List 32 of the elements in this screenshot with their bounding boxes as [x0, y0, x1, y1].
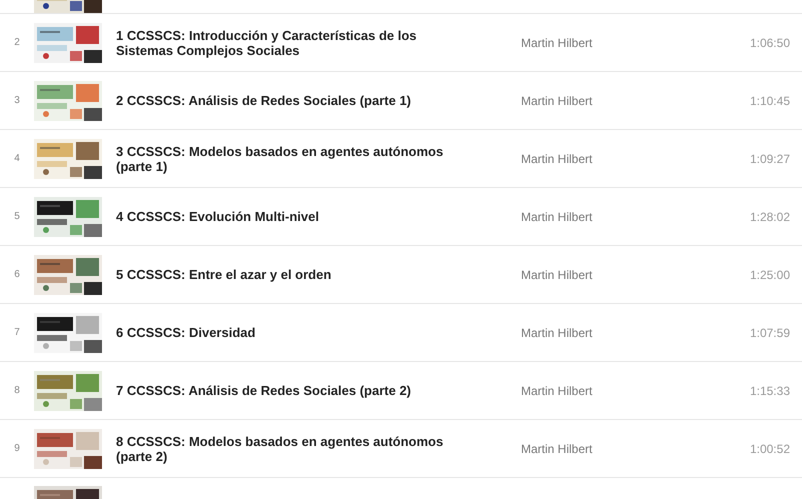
- video-duration: 1:07:59: [750, 324, 790, 342]
- playlist-index: 2: [13, 36, 21, 50]
- channel-name: Martin Hilbert: [521, 266, 592, 284]
- channel-name: Martin Hilbert: [521, 324, 592, 342]
- video-title[interactable]: 3 CCSSCS: Modelos basados en agentes autónomos (parte 1): [116, 144, 476, 174]
- video-title[interactable]: 5 CCSSCS: Entre el azar y el orden: [116, 267, 476, 282]
- video-title[interactable]: 1 CCSSCS: Introducción y Características de los Sistemas Complejos Sociales: [116, 28, 476, 58]
- channel-name: Martin Hilbert: [521, 208, 592, 226]
- playlist-index: 5: [13, 210, 21, 224]
- video-duration: 1:25:00: [750, 266, 790, 284]
- video-title[interactable]: 8 CCSSCS: Modelos basados en agentes autónomos (parte 2): [116, 434, 476, 464]
- video-title[interactable]: 6 CCSSCS: Diversidad: [116, 325, 476, 340]
- video-duration: 1:09:27: [750, 150, 790, 168]
- playlist-index: 8: [13, 384, 21, 398]
- video-duration: 1:06:50: [750, 34, 790, 52]
- video-duration: 1:15:33: [750, 382, 790, 400]
- video-duration: 1:00:52: [750, 440, 790, 458]
- playlist-index: 4: [13, 152, 21, 166]
- video-duration: 1:10:45: [750, 92, 790, 110]
- playlist-index: 7: [13, 326, 21, 340]
- channel-name: Martin Hilbert: [521, 382, 592, 400]
- video-title[interactable]: 2 CCSSCS: Análisis de Redes Sociales (parte 1): [116, 93, 476, 108]
- video-title[interactable]: 7 CCSSCS: Análisis de Redes Sociales (parte 2): [116, 383, 476, 398]
- video-duration: 1:28:02: [750, 208, 790, 226]
- channel-name: Martin Hilbert: [521, 92, 592, 110]
- channel-name: Martin Hilbert: [521, 440, 592, 458]
- playlist-index: 3: [13, 94, 21, 108]
- playlist-index: 6: [13, 268, 21, 282]
- channel-name: Martin Hilbert: [521, 34, 592, 52]
- video-title[interactable]: 4 CCSSCS: Evolución Multi-nivel: [116, 209, 476, 224]
- playlist-index: 9: [13, 442, 21, 456]
- channel-name: Martin Hilbert: [521, 150, 592, 168]
